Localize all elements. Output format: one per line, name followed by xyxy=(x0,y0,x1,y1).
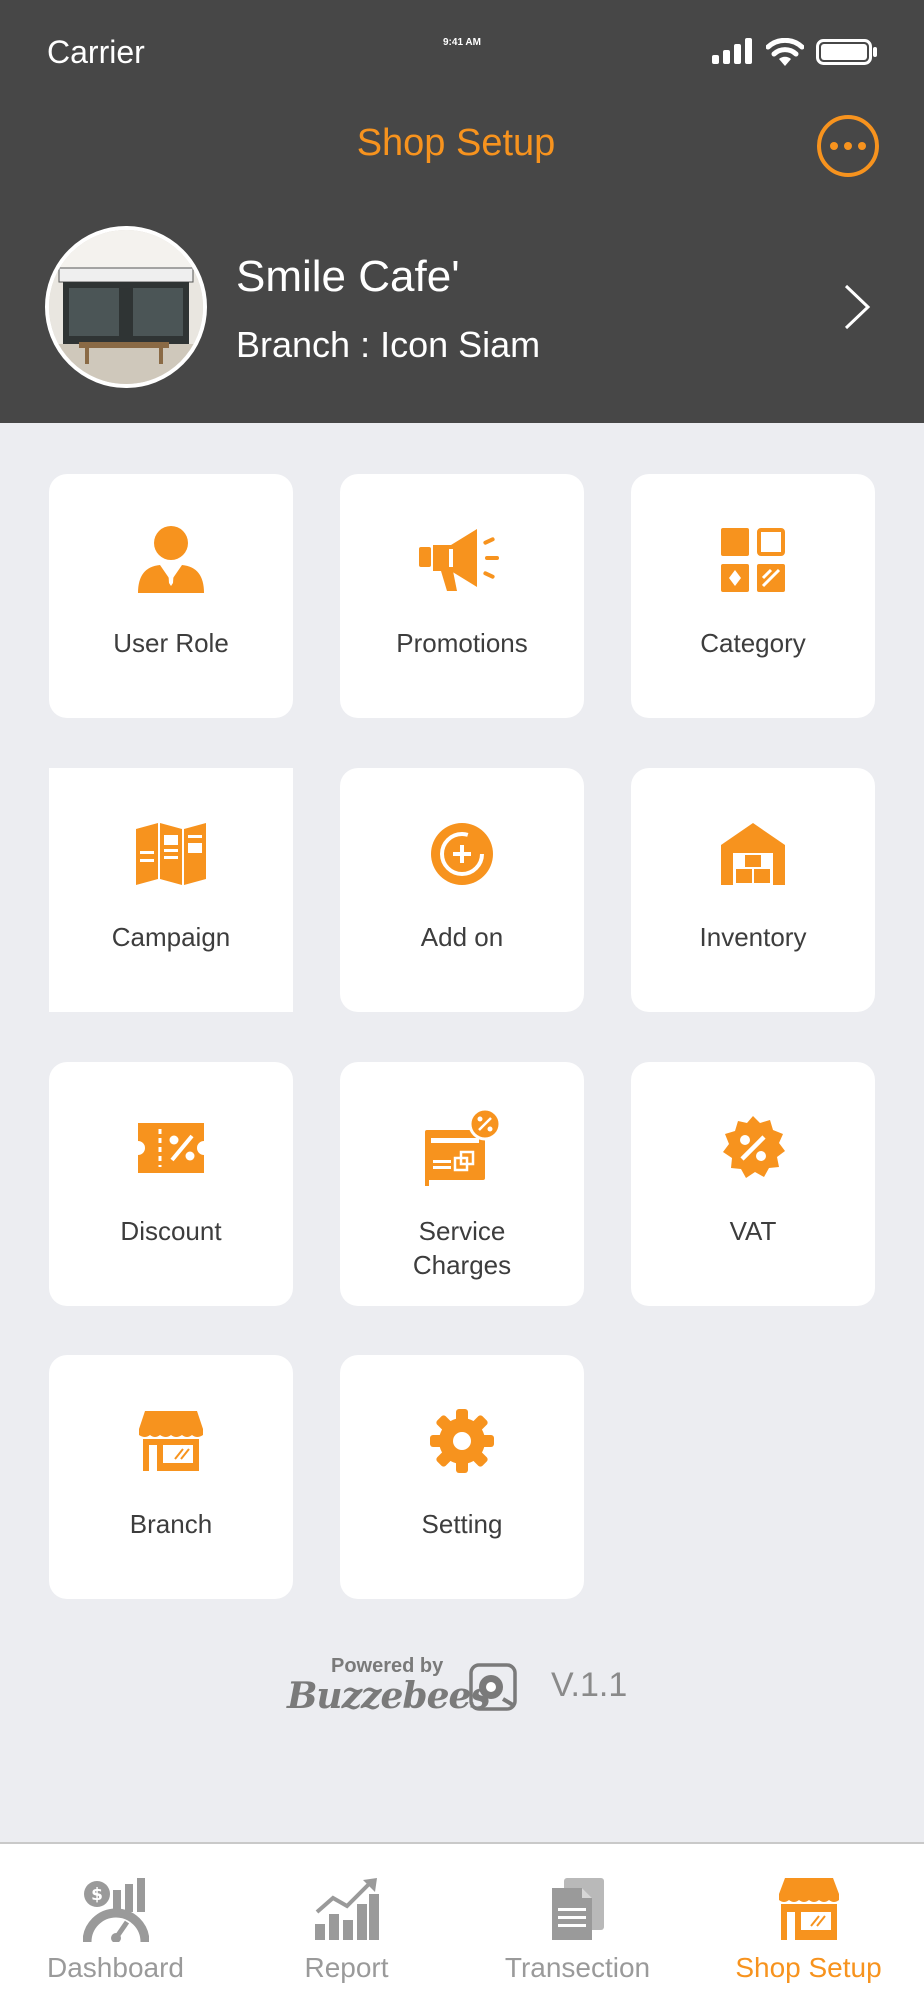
menu-item-promotions[interactable]: Promotions xyxy=(340,474,584,718)
branch-name: Branch : Icon Siam xyxy=(236,324,541,365)
more-dot xyxy=(844,142,852,150)
menu-item-add-on[interactable]: Add on xyxy=(340,768,584,1012)
menu-item-discount[interactable]: Discount xyxy=(49,1062,293,1306)
shop-avatar xyxy=(45,226,207,388)
document-icon xyxy=(551,1878,604,1940)
brand-name: Buzzebees xyxy=(287,1675,491,1717)
svg-text:$: $ xyxy=(91,1885,103,1905)
tab-label: Dashboard xyxy=(47,1952,184,1983)
menu-item-setting[interactable]: Setting xyxy=(340,1355,584,1599)
menu-label: VAT xyxy=(729,1216,777,1246)
storefront-photo xyxy=(49,230,203,384)
bottom-tab-bar: $ Dashboard Report Transection Shop Setu… xyxy=(0,1842,924,2000)
tab-label: Transection xyxy=(504,1952,651,1983)
chevron-right-icon xyxy=(844,284,871,330)
battery-icon xyxy=(816,39,877,65)
category-icon xyxy=(721,528,785,592)
gear-icon xyxy=(430,1409,494,1473)
buzzebees-logo-icon xyxy=(469,1663,517,1711)
campaign-icon xyxy=(136,823,206,885)
discount-ticket-icon xyxy=(138,1123,204,1173)
menu-item-campaign[interactable]: Campaign xyxy=(49,768,293,1012)
menu-label: Inventory xyxy=(699,922,807,952)
tab-transection[interactable]: Transection xyxy=(462,1844,693,2000)
more-options-button[interactable] xyxy=(817,115,879,177)
menu-item-branch[interactable]: Branch xyxy=(49,1355,293,1599)
shop-profile-row[interactable]: Smile Cafe' Branch : Icon Siam xyxy=(0,218,924,398)
user-icon xyxy=(138,526,204,593)
app-version: V.1.1 xyxy=(551,1666,628,1704)
dashboard-icon: $ xyxy=(82,1878,149,1942)
menu-label: Add on xyxy=(420,922,504,952)
megaphone-icon xyxy=(419,529,499,591)
page-title: Shop Setup xyxy=(356,122,556,164)
menu-label: Service Charges xyxy=(412,1216,512,1280)
tab-report[interactable]: Report xyxy=(231,1844,462,2000)
menu-label: User Role xyxy=(113,628,229,658)
service-charge-icon xyxy=(425,1108,501,1186)
menu-label: Category xyxy=(700,628,806,658)
menu-label: Campaign xyxy=(111,922,231,952)
shop-name: Smile Cafe' xyxy=(236,252,460,301)
menu-item-vat[interactable]: VAT xyxy=(631,1062,875,1306)
menu-label: Branch xyxy=(129,1509,213,1539)
more-dot xyxy=(858,142,866,150)
signal-icon xyxy=(712,38,752,64)
more-dot xyxy=(830,142,838,150)
add-on-icon xyxy=(431,823,493,885)
warehouse-icon xyxy=(721,823,785,885)
store-icon xyxy=(139,1411,203,1471)
report-chart-icon xyxy=(314,1878,379,1940)
tab-dashboard[interactable]: $ Dashboard xyxy=(0,1844,231,2000)
menu-label: Setting xyxy=(421,1509,503,1539)
header: Carrier 9:41 AM Shop Setup Smile Cafe' B… xyxy=(0,0,924,423)
vat-badge-icon xyxy=(723,1116,785,1178)
tab-label: Shop Setup xyxy=(735,1952,882,1983)
menu-label: Discount xyxy=(120,1216,222,1246)
menu-item-category[interactable]: Category xyxy=(631,474,875,718)
tab-label: Report xyxy=(304,1952,389,1983)
tab-shop-setup[interactable]: Shop Setup xyxy=(693,1844,924,2000)
menu-item-inventory[interactable]: Inventory xyxy=(631,768,875,1012)
menu-item-service-charges[interactable]: Service Charges xyxy=(340,1062,584,1306)
menu-item-user-role[interactable]: User Role xyxy=(49,474,293,718)
wifi-icon xyxy=(766,38,804,66)
menu-label: Promotions xyxy=(396,628,528,658)
status-bar: Carrier 9:41 AM xyxy=(0,0,924,100)
shop-icon xyxy=(778,1878,839,1940)
